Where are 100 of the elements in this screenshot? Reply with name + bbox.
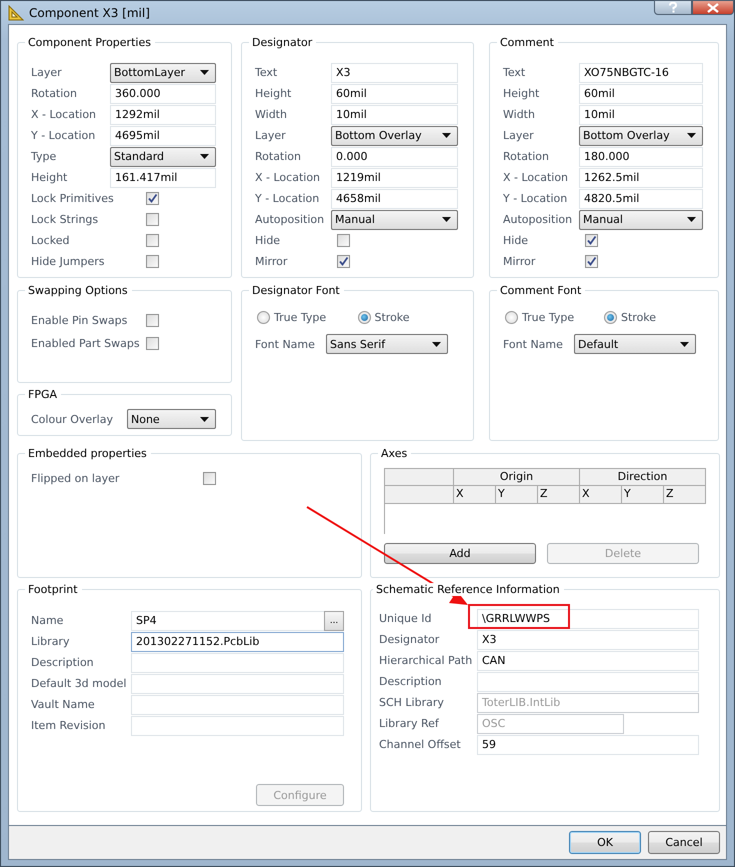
text-field[interactable]: 4820.5mil <box>579 188 703 208</box>
button[interactable]: Cancel <box>648 831 720 854</box>
table-header: X <box>454 486 496 504</box>
field-label: Name <box>31 614 64 627</box>
field-label: Library Ref <box>379 717 440 730</box>
field-label: Autoposition <box>503 213 574 226</box>
checkbox[interactable] <box>203 472 216 485</box>
radio-label[interactable]: Stroke <box>374 311 410 324</box>
dropdown[interactable]: Manual <box>331 210 458 230</box>
text-field[interactable]: 1262.5mil <box>579 168 703 188</box>
text-field[interactable]: 180.000 <box>579 146 703 166</box>
table-header <box>384 468 454 486</box>
field-label: Layer <box>255 129 287 142</box>
field-label: Channel Offset <box>379 738 462 751</box>
text-field[interactable]: 201302271152.PcbLib <box>131 632 344 652</box>
radio-button[interactable] <box>358 311 370 324</box>
field-label: X - Location <box>503 171 570 184</box>
radio-button[interactable] <box>604 311 617 324</box>
field-label: Unique Id <box>379 612 433 625</box>
caret-icon <box>432 342 441 346</box>
close-icon <box>707 2 719 12</box>
caret-icon <box>687 133 696 138</box>
text-field[interactable]: X3 <box>331 62 458 82</box>
checkbox[interactable] <box>146 192 159 205</box>
window-title: Component X3 [mil] <box>29 6 150 20</box>
browse-button[interactable]: ... <box>324 610 344 630</box>
checkbox[interactable] <box>337 255 350 268</box>
text-field[interactable]: 0.000 <box>331 146 458 166</box>
help-button[interactable] <box>654 0 692 15</box>
field-label: Description <box>379 675 443 688</box>
text-field[interactable]: 59 <box>477 734 699 754</box>
field-label: Rotation <box>31 87 78 100</box>
button[interactable]: Add <box>384 543 536 564</box>
text-field[interactable] <box>477 672 699 692</box>
dropdown[interactable]: Default <box>574 334 696 354</box>
text-field[interactable] <box>131 694 344 714</box>
field-label: SCH Library <box>379 696 445 709</box>
field-label: Height <box>255 87 292 100</box>
field-label: Y - Location <box>31 129 96 142</box>
caret-icon <box>442 133 451 138</box>
text-field[interactable] <box>131 674 344 694</box>
text-field[interactable]: CAN <box>477 650 699 670</box>
button[interactable]: OK <box>569 831 641 854</box>
dropdown[interactable]: BottomLayer <box>110 62 216 82</box>
checkbox[interactable] <box>146 255 159 268</box>
field-label: Type <box>31 150 58 163</box>
close-button[interactable] <box>692 0 734 15</box>
dropdown[interactable]: Bottom Overlay <box>331 126 458 146</box>
table-header: Z <box>664 486 706 504</box>
dropdown[interactable]: Sans Serif <box>326 334 448 354</box>
text-field[interactable]: SP4 <box>131 610 324 630</box>
field-label: Layer <box>503 129 535 142</box>
checkbox[interactable] <box>146 337 159 350</box>
radio-label[interactable]: True Type <box>274 311 326 324</box>
checkbox[interactable] <box>146 234 159 247</box>
radio-button[interactable] <box>505 311 518 324</box>
text-field[interactable]: 10mil <box>579 104 703 124</box>
field-label: Height <box>503 87 540 100</box>
dropdown[interactable]: None <box>127 409 216 429</box>
field-label: Locked <box>31 234 70 247</box>
text-field[interactable]: 360.000 <box>110 84 216 104</box>
radio-label[interactable]: True Type <box>522 311 574 324</box>
field-label: Default 3d model <box>31 677 128 690</box>
checkbox[interactable] <box>146 213 159 226</box>
text-field[interactable]: 1219mil <box>331 168 458 188</box>
text-field[interactable] <box>131 716 344 736</box>
field-label: Colour Overlay <box>31 412 114 426</box>
field-label: Width <box>255 108 288 121</box>
caret-icon <box>200 70 209 75</box>
text-field[interactable] <box>131 652 344 672</box>
text-field[interactable]: 161.417mil <box>110 168 216 188</box>
checkbox[interactable] <box>146 314 159 327</box>
table-header: X <box>580 486 622 504</box>
text-field[interactable]: \GRRLWWPS <box>477 608 699 628</box>
text-field[interactable]: 60mil <box>331 84 458 104</box>
text-field[interactable]: 60mil <box>579 84 703 104</box>
help-icon <box>668 2 678 13</box>
radio-button[interactable] <box>257 311 270 324</box>
caret-icon <box>687 217 696 222</box>
checkbox[interactable] <box>585 234 598 247</box>
radio-label[interactable]: Stroke <box>621 311 656 324</box>
text-field[interactable]: 10mil <box>331 104 458 124</box>
text-field[interactable]: XO75NBGTC-16 <box>579 62 703 82</box>
dropdown[interactable]: Bottom Overlay <box>579 126 703 146</box>
field-label: Rotation <box>255 150 302 163</box>
field-label: Mirror <box>255 255 288 268</box>
field-label: Lock Primitives <box>31 192 115 205</box>
text-field[interactable]: X3 <box>477 630 699 650</box>
dropdown[interactable]: Standard <box>110 146 216 166</box>
field-label: Text <box>503 66 526 79</box>
text-field[interactable]: 1292mil <box>110 104 216 124</box>
checkbox[interactable] <box>337 234 350 247</box>
field-label: Layer <box>31 66 63 79</box>
checkbox[interactable] <box>585 255 598 268</box>
field-label: Enable Pin Swaps <box>31 314 128 327</box>
dropdown[interactable]: Manual <box>579 210 703 230</box>
field-label: Hide <box>255 234 282 247</box>
text-field[interactable]: 4658mil <box>331 188 458 208</box>
table-header: Z <box>538 486 580 504</box>
text-field[interactable]: 4695mil <box>110 126 216 146</box>
